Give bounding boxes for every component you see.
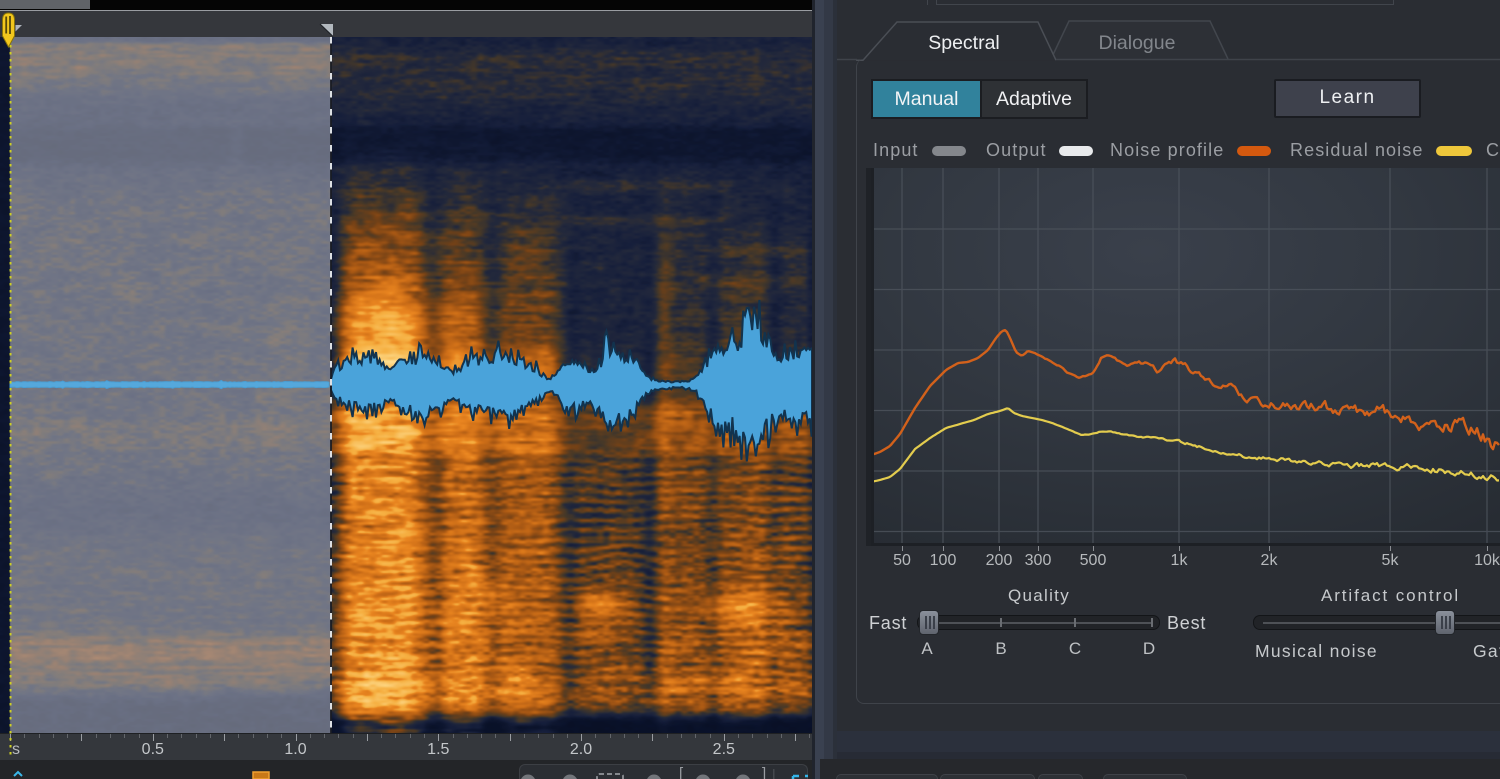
svg-text:Spectral: Spectral	[928, 32, 1000, 54]
svg-text:Dialogue: Dialogue	[1099, 32, 1176, 54]
